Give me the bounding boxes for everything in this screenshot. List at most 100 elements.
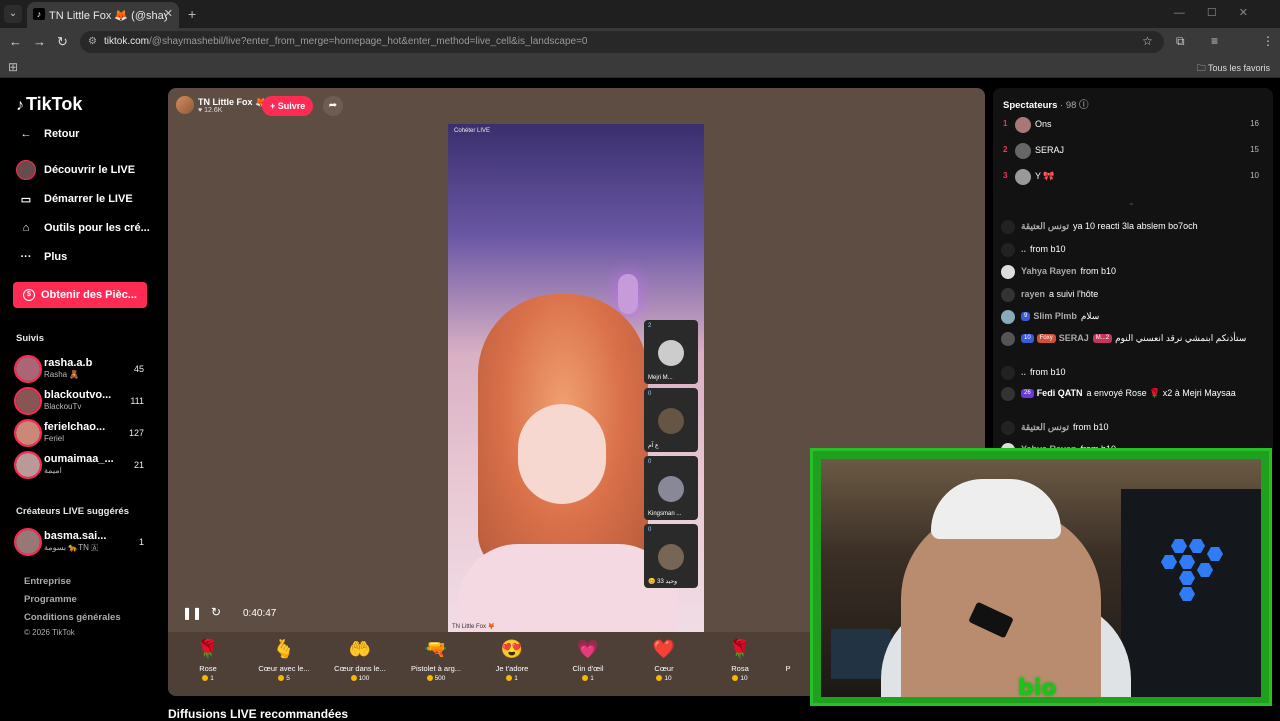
rank-number: 2 — [1003, 145, 1008, 154]
guest-tile[interactable]: 0 😊 وحيد 33 — [644, 524, 698, 588]
back-arrow-icon[interactable]: ← — [9, 34, 22, 49]
followed-account[interactable]: oumaimaa_... اميمة 21 — [14, 451, 146, 481]
rank-avatar — [1015, 117, 1031, 133]
all-bookmarks-folder[interactable]: 🗀 Tous les favoris — [1197, 61, 1270, 77]
chat-user[interactable]: Yahya Rayen — [1021, 266, 1077, 276]
site-info-icon[interactable]: ⚙ — [88, 31, 97, 53]
chat-user[interactable]: .. — [1021, 244, 1026, 254]
chat-avatar[interactable] — [1001, 421, 1015, 435]
forward-arrow-icon[interactable]: → — [33, 34, 46, 49]
live-avatar-icon — [16, 160, 36, 180]
rank-score: 10 — [1250, 171, 1259, 180]
chat-avatar[interactable] — [1001, 366, 1015, 380]
chat-avatar[interactable] — [1001, 332, 1015, 346]
account-nickname: Feriel — [44, 434, 65, 443]
chat-avatar[interactable] — [1001, 220, 1015, 234]
chat-user[interactable]: تونس العتيقة — [1021, 422, 1069, 432]
extensions-icon[interactable]: ⧉ — [1176, 34, 1185, 49]
nav-start-live[interactable]: ▭ Démarrer le LIVE — [16, 188, 133, 210]
get-coins-button[interactable]: $ Obtenir des Pièc... — [13, 282, 147, 308]
ranking-row[interactable]: 1 Ons 16 — [1003, 115, 1259, 135]
chat-text: a envoyé Rose 🌹 x2 à Mejri Maysaa — [1086, 388, 1236, 398]
follow-button[interactable]: + Suivre — [262, 96, 314, 116]
refresh-icon[interactable]: ↻ — [211, 605, 221, 619]
gift-item[interactable]: 🔫 Pistolet à arg... 500 — [401, 636, 471, 692]
back-link[interactable]: ← Retour — [16, 123, 80, 145]
chat-user[interactable]: تونس العتيقة — [1021, 221, 1069, 231]
info-icon[interactable]: ⓘ — [1079, 100, 1089, 111]
guest-avatar — [658, 544, 684, 570]
new-tab-icon[interactable]: + — [188, 6, 196, 22]
coin-icon — [582, 675, 589, 682]
rank-score: 16 — [1250, 119, 1259, 128]
followed-account[interactable]: ferielchao... Feriel 127 — [14, 419, 146, 449]
followed-account[interactable]: blackoutvo... BlackouTv 111 — [14, 387, 146, 417]
chat-avatar[interactable] — [1001, 265, 1015, 279]
gift-name: Pistolet à arg... — [410, 664, 462, 673]
menu-kebab-icon[interactable]: ⋮ — [1262, 34, 1274, 48]
gift-item[interactable]: 🫰 Cœur avec le... 5 — [249, 636, 319, 692]
reload-icon[interactable]: ↻ — [57, 34, 68, 50]
chat-user[interactable]: SERAJ — [1059, 333, 1089, 343]
footer-link-business[interactable]: Entreprise — [24, 576, 71, 587]
ranking-row[interactable]: 3 Y 🎀 10 — [1003, 167, 1259, 187]
followed-account[interactable]: rasha.a.b Rasha 🧸 45 — [14, 355, 146, 385]
bookmark-star-icon[interactable]: ☆ — [1142, 34, 1153, 48]
guest-tile[interactable]: 0 ع آم — [644, 388, 698, 452]
chat-text: ستأذنكم ابنمشي نرقد انعسني النوم — [1115, 333, 1247, 343]
footer-link-terms[interactable]: Conditions générales — [24, 612, 121, 623]
pause-icon[interactable]: ❚❚ — [182, 606, 202, 620]
tiktok-logo[interactable]: ♪ TikTok — [16, 94, 82, 115]
tab-search-icon[interactable]: ⌄ — [4, 5, 22, 23]
account-nickname: بسومة 🐆TN 🇦 — [44, 543, 99, 552]
suggested-account[interactable]: basma.sai... بسومة 🐆TN 🇦 1 — [14, 528, 146, 558]
browser-tab[interactable]: ♪ TN Little Fox 🦊 (@shayma ✕ — [27, 2, 179, 28]
gift-item[interactable]: ❤️ Cœur 10 — [629, 636, 699, 692]
gift-item[interactable]: 🌹 Rosa 10 — [705, 636, 775, 692]
rank-name: Y 🎀 — [1035, 171, 1055, 181]
guest-name: ع آم — [648, 443, 659, 449]
nav-discover-live[interactable]: Découvrir le LIVE — [16, 159, 135, 181]
guest-name: Kingsman ... — [648, 511, 682, 517]
chat-avatar[interactable] — [1001, 310, 1015, 324]
guest-tile[interactable]: 2 Mejri M... — [644, 320, 698, 384]
gift-item[interactable]: 💗 Clin d'œil 1 — [553, 636, 623, 692]
ranking-row[interactable]: 2 SERAJ 15 — [1003, 141, 1259, 161]
apps-grid-icon[interactable]: ⊞ — [8, 60, 18, 74]
host-avatar[interactable] — [176, 96, 194, 114]
chat-avatar[interactable] — [1001, 243, 1015, 257]
chat-text: from b10 — [1073, 422, 1109, 432]
gift-item[interactable]: 🤲 Cœur dans le... 100 — [325, 636, 395, 692]
gift-name: Clin d'œil — [572, 664, 604, 673]
gift-item[interactable]: 😍 Je t'adore 1 — [477, 636, 547, 692]
guest-tile[interactable]: 0 Kingsman ... — [644, 456, 698, 520]
chat-user[interactable]: Slim Plmb — [1033, 311, 1077, 321]
gift-name: Je t'adore — [495, 664, 529, 673]
love-face-icon: 😍 — [500, 638, 524, 659]
gift-item-partial[interactable]: P — [778, 636, 798, 692]
wink-heart-icon: 💗 — [576, 638, 600, 659]
media-icon[interactable]: ≡ — [1211, 34, 1218, 48]
back-label: Retour — [44, 128, 80, 140]
spectators-header[interactable]: Spectateurs · 98 ⓘ — [1003, 97, 1089, 111]
gift-badge: M...2 — [1092, 334, 1113, 344]
account-nickname: Rasha 🧸 — [44, 370, 80, 379]
chat-user[interactable]: Fedi QATN — [1037, 388, 1083, 398]
user-follow-icon — [1001, 288, 1015, 302]
nav-label: Plus — [44, 251, 68, 263]
expand-chevron-icon[interactable]: ⌄ — [1128, 198, 1135, 207]
gift-item[interactable]: 🌹 Rose 1 — [173, 636, 243, 692]
share-icon[interactable]: ➦ — [323, 96, 343, 116]
chat-message: 10 Foxy SERAJ M...2 ستأذنكم ابنمشي نرقد انعس… — [1001, 332, 1263, 346]
footer-link-program[interactable]: Programme — [24, 594, 77, 605]
url-field[interactable]: ⚙ tiktok.com/@shaymashebil/live?enter_fr… — [80, 31, 1164, 53]
window-controls[interactable]: —☐✕ — [1174, 6, 1270, 19]
chat-user[interactable]: .. — [1021, 367, 1026, 377]
tab-close-icon[interactable]: ✕ — [164, 7, 173, 20]
url-host: tiktok.com — [104, 36, 150, 47]
nav-more[interactable]: ··· Plus — [16, 246, 68, 268]
nav-creator-tools[interactable]: ⌂ Outils pour les cré... — [16, 217, 150, 239]
gift-price: 5 — [286, 675, 290, 682]
streamer-face — [518, 404, 606, 504]
chat-user[interactable]: rayen — [1021, 289, 1045, 299]
